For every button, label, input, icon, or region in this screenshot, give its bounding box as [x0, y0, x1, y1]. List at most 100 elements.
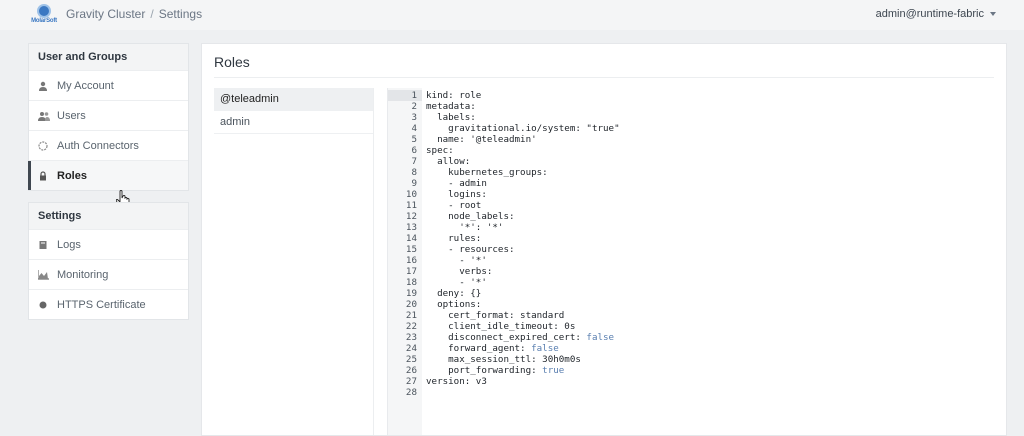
code-text: '*': '*': [426, 222, 504, 233]
sidebar-item-label: Users: [57, 109, 86, 122]
line-number: 25: [405, 354, 417, 365]
logo-icon: [37, 4, 51, 18]
line-number: 20: [405, 299, 417, 310]
boolean-value: false: [586, 332, 615, 343]
chart-icon: [37, 269, 49, 280]
user-menu[interactable]: admin@runtime-fabric: [876, 8, 996, 20]
code-line[interactable]: 15 - resources:: [388, 244, 996, 255]
sidebar-item-label: Auth Connectors: [57, 139, 139, 152]
code-text: - root: [426, 200, 482, 211]
code-text: logins:: [426, 189, 487, 200]
sidebar-item-auth-connectors[interactable]: Auth Connectors: [29, 130, 188, 160]
line-number: 19: [405, 288, 417, 299]
line-number: 4: [411, 123, 417, 134]
sidebar-item-logs[interactable]: Logs: [29, 229, 188, 259]
line-number: 6: [411, 145, 417, 156]
line-number: 1: [388, 90, 422, 101]
sidebar-item-monitoring[interactable]: Monitoring: [29, 259, 188, 289]
code-line[interactable]: 3 labels:: [388, 112, 996, 123]
code-text: client_idle_timeout: 0s: [426, 321, 576, 332]
code-line[interactable]: 25 max_session_ttl: 30h0m0s: [388, 354, 996, 365]
circle-icon: [38, 300, 48, 310]
connector-icon: [38, 140, 48, 151]
sidebar-item-label: Roles: [57, 169, 87, 182]
code-text: deny: {}: [426, 288, 482, 299]
code-line[interactable]: 19 deny: {}: [388, 288, 996, 299]
sidebar-group-settings: Settings Logs Monitoring HTTPS Certifica…: [28, 202, 189, 320]
breadcrumb-settings: Settings: [158, 7, 203, 21]
sidebar-item-https-certificate[interactable]: HTTPS Certificate: [29, 289, 188, 319]
code-line[interactable]: 10 logins:: [388, 189, 996, 200]
code-text: gravitational.io/system: "true": [426, 123, 620, 134]
code-line[interactable]: 8 kubernetes_groups:: [388, 167, 996, 178]
code-line[interactable]: 24 forward_agent: false: [388, 343, 996, 354]
code-line[interactable]: 14 rules:: [388, 233, 996, 244]
line-number: 5: [411, 134, 417, 145]
code-line[interactable]: 1 kind: role: [388, 90, 996, 101]
code-line[interactable]: 7 allow:: [388, 156, 996, 167]
code-text: max_session_ttl: 30h0m0s: [426, 354, 581, 365]
code-text: node_labels:: [426, 211, 515, 222]
code-line[interactable]: 17 verbs:: [388, 266, 996, 277]
code-text: verbs:: [426, 266, 493, 277]
title-divider: [214, 77, 994, 78]
company-logo[interactable]: MolarSoft: [28, 4, 60, 28]
code-text: kind: role: [426, 90, 482, 101]
code-line[interactable]: 22 client_idle_timeout: 0s: [388, 321, 996, 332]
line-number: 12: [405, 211, 417, 222]
sidebar-item-label: Logs: [57, 238, 81, 251]
code-line[interactable]: 26 port_forwarding: true: [388, 365, 996, 376]
role-item-teleadmin[interactable]: @teleadmin: [214, 88, 373, 111]
code-text: - '*': [426, 277, 487, 288]
code-line[interactable]: 27 version: v3: [388, 376, 996, 387]
code-line[interactable]: 23 disconnect_expired_cert: false: [388, 332, 996, 343]
line-number: 7: [411, 156, 417, 167]
line-number: 27: [405, 376, 417, 387]
roles-list: @teleadmin admin: [214, 88, 374, 435]
role-yaml-editor[interactable]: 1 kind: role 2 metadata: 3 labels: 4 gravitat…: [387, 88, 995, 435]
line-number: 21: [405, 310, 417, 321]
line-number: 13: [405, 222, 417, 233]
line-number: 3: [411, 112, 417, 123]
role-item-admin[interactable]: admin: [214, 111, 373, 134]
line-number: 28: [405, 387, 417, 398]
code-text: - '*': [426, 255, 487, 266]
code-line[interactable]: 16 - '*': [388, 255, 996, 266]
code-line[interactable]: 20 options:: [388, 299, 996, 310]
line-number: 10: [405, 189, 417, 200]
code-text: disconnect_expired_cert: false: [426, 332, 615, 343]
code-line[interactable]: 9 - admin: [388, 178, 996, 189]
code-line[interactable]: 6 spec:: [388, 145, 996, 156]
code-text: forward_agent: false: [426, 343, 559, 354]
line-number: 18: [405, 277, 417, 288]
users-icon: [38, 111, 50, 121]
sidebar-item-users[interactable]: Users: [29, 100, 188, 130]
breadcrumb-cluster[interactable]: Gravity Cluster: [66, 7, 145, 21]
code-text: rules:: [426, 233, 482, 244]
line-number: 17: [405, 266, 417, 277]
code-line[interactable]: 11 - root: [388, 200, 996, 211]
code-line[interactable]: 5 name: '@teleadmin': [388, 134, 996, 145]
user-name: admin@runtime-fabric: [875, 8, 984, 20]
code-line[interactable]: 12 node_labels:: [388, 211, 996, 222]
line-number: 2: [411, 101, 417, 112]
lock-icon: [38, 170, 48, 181]
code-line[interactable]: 18 - '*': [388, 277, 996, 288]
code-line[interactable]: 4 gravitational.io/system: "true": [388, 123, 996, 134]
code-line[interactable]: 28: [388, 387, 996, 398]
sidebar-item-my-account[interactable]: My Account: [29, 70, 188, 100]
code-text: - resources:: [426, 244, 515, 255]
code-line[interactable]: 2 metadata:: [388, 101, 996, 112]
line-number: 9: [411, 178, 417, 189]
line-number: 16: [405, 255, 417, 266]
code-text: labels:: [426, 112, 476, 123]
boolean-value: false: [531, 343, 559, 354]
book-icon: [38, 240, 48, 250]
code-text: port_forwarding: true: [426, 365, 565, 376]
line-number: 11: [405, 200, 417, 211]
code-line[interactable]: 13 '*': '*': [388, 222, 996, 233]
sidebar-item-roles[interactable]: Roles: [28, 160, 188, 190]
line-number: 8: [411, 167, 417, 178]
code-line[interactable]: 21 cert_format: standard: [388, 310, 996, 321]
sidebar-group-title: User and Groups: [29, 44, 188, 70]
